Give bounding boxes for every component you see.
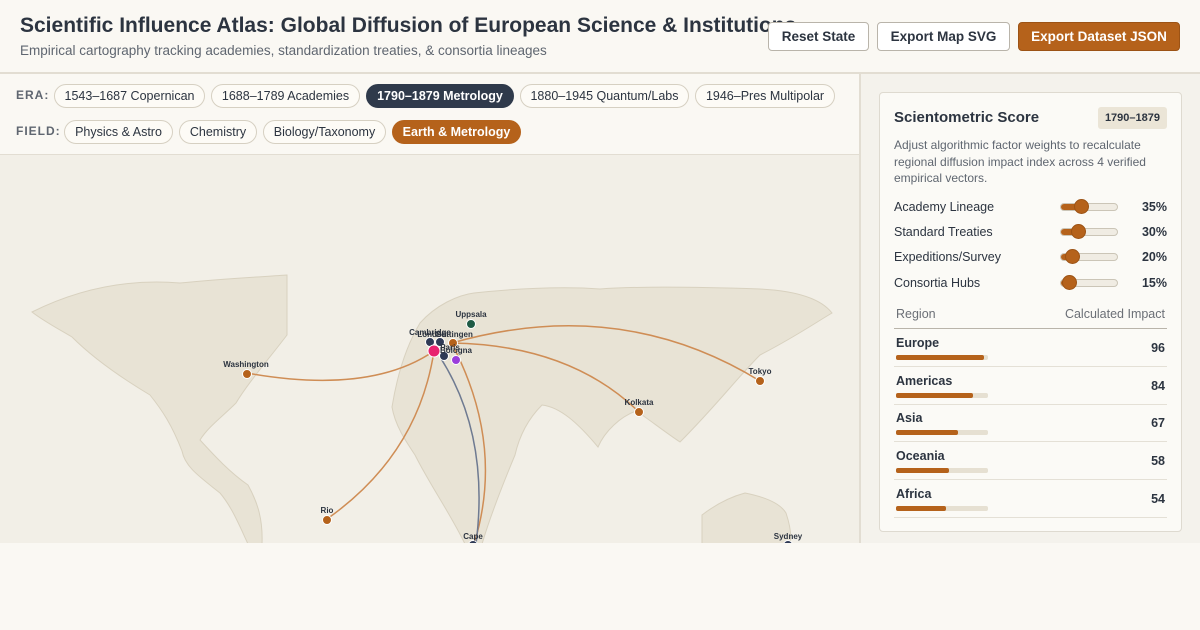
region-name: Africa — [896, 487, 932, 501]
reset-state-button[interactable]: Reset State — [768, 22, 869, 51]
impact-column-header: Calculated Impact — [1064, 307, 1165, 321]
city-label-uppsala: Uppsala — [455, 310, 487, 319]
city-marker-tokyo[interactable] — [755, 376, 765, 386]
region-impact-value: 84 — [1151, 379, 1165, 393]
region-impact-value: 58 — [1151, 454, 1165, 468]
region-impact-bar — [896, 430, 988, 435]
expeditions-survey-slider[interactable] — [1060, 249, 1118, 264]
region-impact-bar-fill — [896, 430, 958, 435]
city-label-bologna: Bologna — [440, 346, 473, 355]
landmasses — [31, 274, 833, 543]
region-row-africa: Africa 54 — [894, 480, 1167, 518]
region-impact-value: 54 — [1151, 492, 1165, 506]
era-badge: 1790–1879 — [1097, 107, 1167, 129]
region-impact-bar-fill — [896, 468, 950, 473]
world-map[interactable]: Uppsala Cambridge London Göttingen Paris… — [0, 154, 859, 543]
page-title: Scientific Influence Atlas: Global Diffu… — [20, 14, 797, 37]
slider-thumb[interactable] — [1070, 224, 1086, 239]
city-label-sydney: Sydney — [774, 532, 803, 541]
region-column-header: Region — [896, 307, 936, 321]
region-impact-bar — [896, 506, 988, 511]
page-footer-blank — [0, 543, 1200, 630]
card-title: Scientometric Score — [894, 109, 1040, 126]
city-marker-rio[interactable] — [322, 515, 332, 525]
page-subtitle: Empirical cartography tracking academies… — [20, 43, 547, 58]
region-impact-bar — [896, 393, 988, 398]
app-header: Scientific Influence Atlas: Global Diffu… — [0, 0, 1200, 74]
factor-value-academy-lineage: 35% — [1141, 200, 1167, 214]
consortia-hubs-slider[interactable] — [1060, 275, 1118, 290]
region-name: Americas — [896, 374, 953, 388]
era-label: ERA: — [16, 88, 50, 102]
era-chip-academies[interactable]: 1688–1789 Academies — [211, 84, 360, 108]
field-label: FIELD: — [16, 124, 61, 138]
region-impact-bar-fill — [896, 355, 985, 360]
field-chip-biology-taxonomy[interactable]: Biology/Taxonomy — [263, 120, 386, 144]
north-america-land — [31, 274, 288, 543]
side-panel: Scientometric Score 1790–1879 Adjust alg… — [861, 74, 1200, 543]
region-impact-value: 67 — [1151, 416, 1165, 430]
academy-lineage-slider[interactable] — [1060, 199, 1118, 214]
region-impact-bar-fill — [896, 393, 974, 398]
era-chip-quantum-labs[interactable]: 1880–1945 Quantum/Labs — [520, 84, 689, 108]
factor-value-expeditions-survey: 20% — [1141, 250, 1167, 264]
era-chip-copernican[interactable]: 1543–1687 Copernican — [54, 84, 205, 108]
card-description: Adjust algorithmic factor weights to rec… — [894, 138, 1146, 185]
city-marker-washington[interactable] — [242, 369, 252, 379]
factor-label-academy-lineage: Academy Lineage — [894, 200, 995, 214]
scientometric-card: Scientometric Score 1790–1879 Adjust alg… — [879, 92, 1182, 532]
region-impact-value: 96 — [1151, 341, 1165, 355]
export-dataset-json-button[interactable]: Export Dataset JSON — [1018, 22, 1180, 51]
factor-value-standard-treaties: 30% — [1141, 225, 1167, 239]
world-map-svg: Uppsala Cambridge London Göttingen Paris… — [31, 274, 833, 543]
city-marker-uppsala[interactable] — [466, 319, 476, 329]
field-chip-chemistry[interactable]: Chemistry — [179, 120, 257, 144]
city-label-washington: Washington — [223, 360, 269, 369]
factor-value-consortia-hubs: 15% — [1141, 276, 1167, 290]
map-section: ERA: 1543–1687 Copernican 1688–1789 Acad… — [0, 74, 859, 543]
region-impact-bar — [896, 355, 988, 360]
region-row-americas: Americas 84 — [894, 367, 1167, 405]
slider-thumb[interactable] — [1073, 199, 1089, 214]
city-marker-kolkata[interactable] — [634, 407, 644, 417]
factor-label-standard-treaties: Standard Treaties — [894, 225, 993, 239]
region-name: Oceania — [896, 449, 945, 463]
factor-label-expeditions-survey: Expeditions/Survey — [894, 250, 1002, 264]
city-label-tokyo: Tokyo — [749, 367, 772, 376]
city-label-cape: Cape — [463, 532, 483, 541]
region-impact-bar — [896, 468, 988, 473]
slider-thumb[interactable] — [1062, 275, 1078, 290]
city-marker-bologna[interactable] — [451, 355, 461, 365]
region-row-asia: Asia 67 — [894, 404, 1167, 442]
region-row-europe: Europe 96 — [894, 329, 1167, 367]
export-map-svg-button[interactable]: Export Map SVG — [877, 22, 1010, 51]
slider-thumb[interactable] — [1065, 249, 1081, 264]
city-label-rio: Rio — [321, 506, 334, 515]
field-chip-physics-astro[interactable]: Physics & Astro — [64, 120, 173, 144]
city-marker-paris[interactable] — [427, 344, 441, 358]
era-chip-metrology[interactable]: 1790–1879 Metrology — [366, 84, 514, 108]
field-chip-earth-metrology[interactable]: Earth & Metrology — [392, 120, 521, 144]
city-label-gottingen: Göttingen — [435, 330, 473, 339]
standard-treaties-slider[interactable] — [1060, 224, 1118, 239]
city-label-kolkata: Kolkata — [625, 398, 654, 407]
region-name: Asia — [896, 411, 923, 425]
region-name: Europe — [896, 336, 940, 350]
region-impact-bar-fill — [896, 506, 946, 511]
factor-label-consortia-hubs: Consortia Hubs — [894, 276, 981, 290]
era-chip-multipolar[interactable]: 1946–Pres Multipolar — [695, 84, 835, 108]
region-row-oceania: Oceania 58 — [894, 442, 1167, 480]
